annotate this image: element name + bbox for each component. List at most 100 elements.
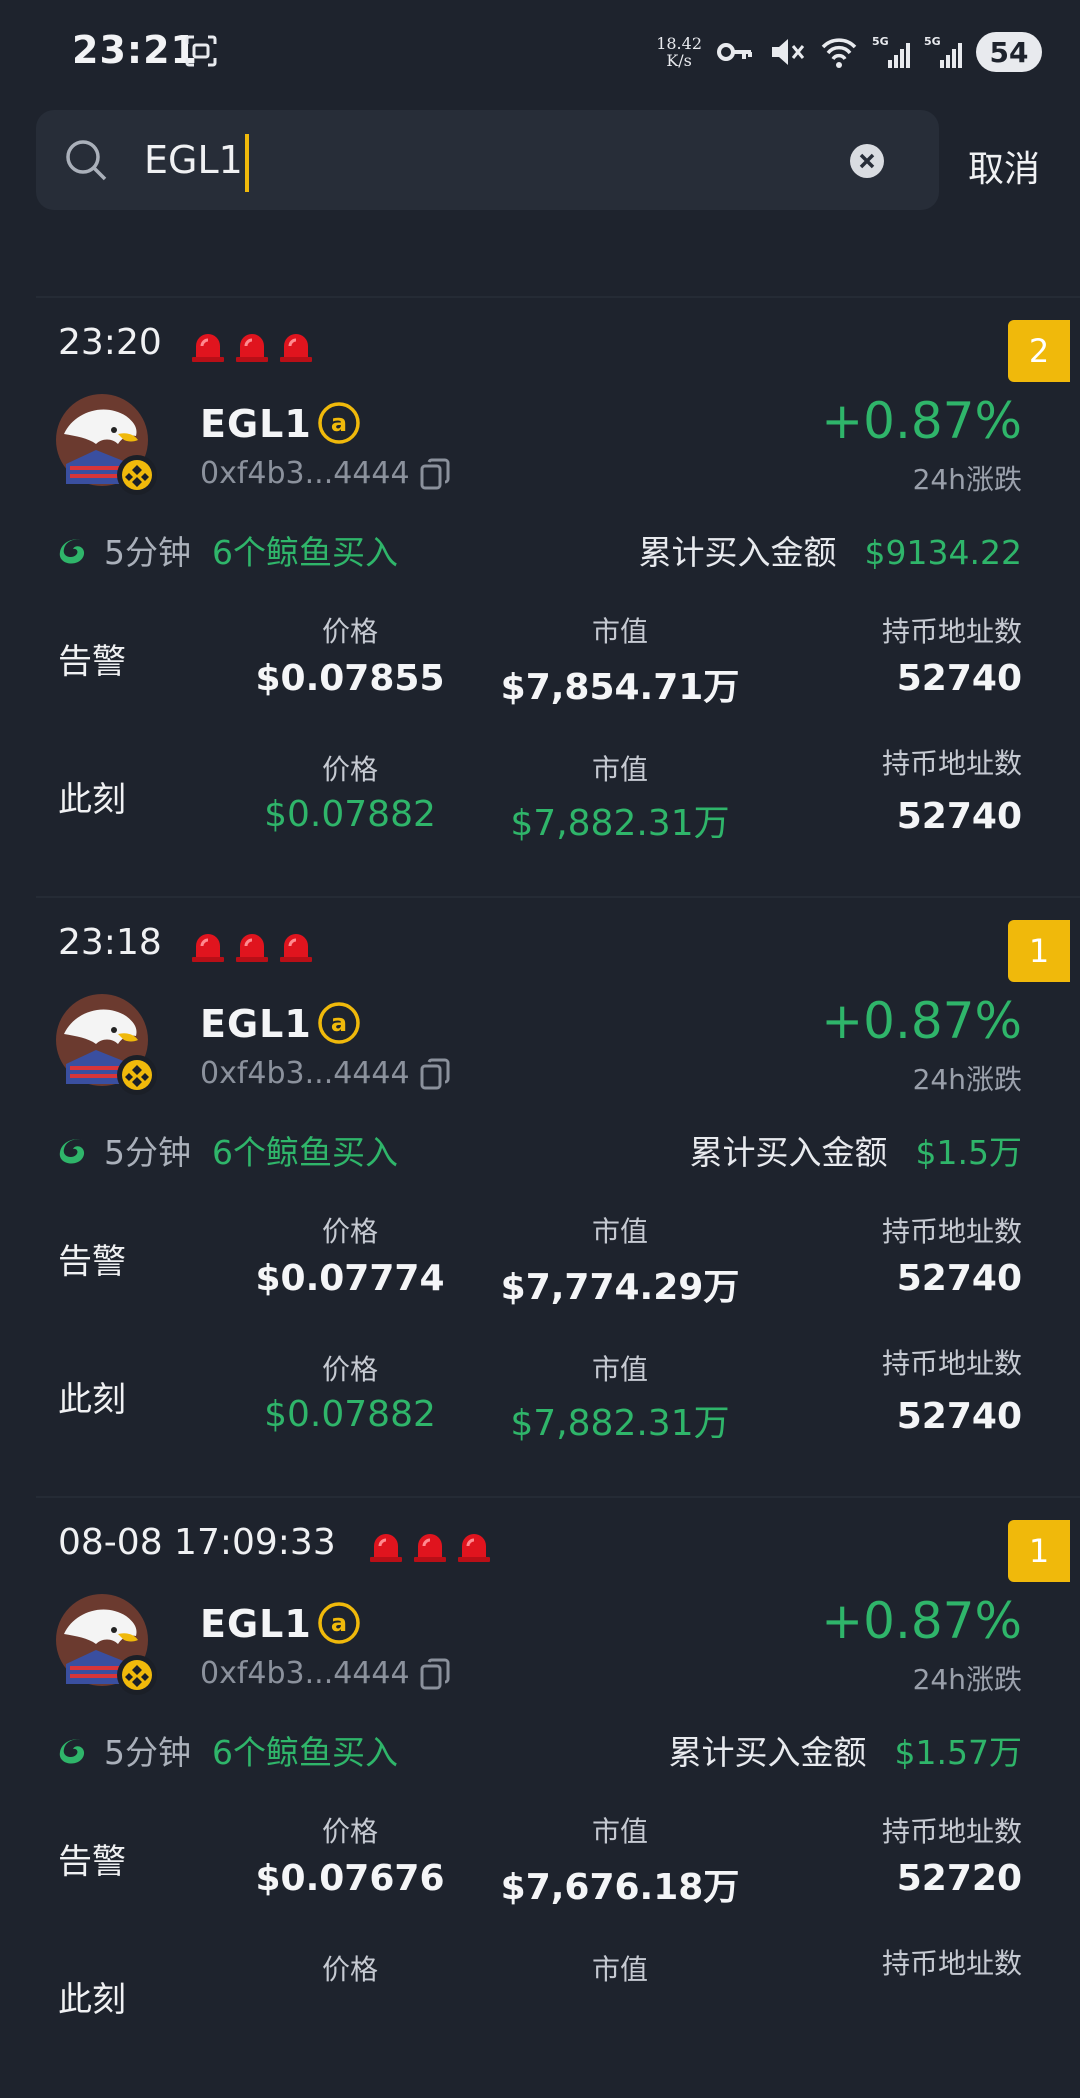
mcap-header: 市值: [591, 753, 648, 786]
siren-group: [368, 1528, 492, 1562]
mcap-header: 市值: [591, 1215, 648, 1248]
mcap-header: 市值: [591, 1815, 648, 1848]
key-icon: [717, 43, 752, 61]
siren-icon: [192, 934, 224, 962]
at-icon[interactable]: a: [318, 1002, 360, 1044]
token-address: 0xf4b3...4444: [200, 456, 410, 491]
now-price: $0.07882: [264, 794, 436, 835]
token-name: EGL1: [200, 402, 312, 446]
card-divider: [36, 896, 1080, 898]
svg-text:a: a: [331, 409, 347, 437]
at-icon[interactable]: a: [318, 402, 360, 444]
token-address: 0xf4b3...4444: [200, 1056, 410, 1091]
alert-count-badge: 1: [1008, 920, 1070, 982]
siren-icon: [458, 1534, 490, 1562]
total-buy-label: 累计买入金额: [668, 1733, 867, 1772]
at-icon[interactable]: a: [318, 1602, 360, 1644]
speed-unit: K/s: [666, 51, 692, 70]
text-caret: [244, 133, 249, 192]
status-icons: 18.42 K/s 5G 5G 54: [656, 26, 1042, 78]
search-bar[interactable]: EGL1: [36, 110, 939, 210]
whale-time-window: 5分钟: [104, 1133, 191, 1172]
now-holders: 52740: [896, 796, 1022, 837]
whale-icon: [59, 1139, 86, 1164]
search-query: EGL1: [144, 138, 243, 182]
token-name: EGL1: [200, 1602, 312, 1646]
whale-buy-count: 6个鲸鱼买入: [212, 1733, 398, 1772]
wifi-icon: [821, 38, 857, 68]
holders-header: 持币地址数: [881, 1947, 1022, 1980]
token-address: 0xf4b3...4444: [200, 1656, 410, 1691]
alert-card[interactable]: 23:20 2 EGL1 a 0xf4b3...4444 +0.87% 24h涨…: [0, 296, 1080, 898]
total-buy-label: 累计买入金额: [689, 1133, 888, 1172]
price-header: 价格: [321, 615, 378, 648]
now-holders: 52740: [896, 1396, 1022, 1437]
card-divider: [36, 296, 1080, 298]
holders-header: 持币地址数: [881, 1347, 1022, 1380]
whale-time-window: 5分钟: [104, 533, 191, 572]
siren-icon: [370, 1534, 402, 1562]
svg-text:a: a: [331, 1609, 347, 1637]
whale-buy-count: 6个鲸鱼买入: [212, 1133, 398, 1172]
search-input[interactable]: EGL1: [144, 130, 744, 192]
siren-icon: [280, 334, 312, 362]
alert-price: $0.07855: [255, 658, 445, 699]
total-buy: 累计买入金额 $1.57万: [669, 1726, 1022, 1774]
alert-row-label: 告警: [58, 1242, 126, 1282]
alert-row-label: 告警: [58, 1842, 126, 1882]
alert-card[interactable]: 23:18 1 EGL1 a 0xf4b3...4444 +0.87% 24h涨…: [0, 896, 1080, 1498]
siren-icon: [192, 334, 224, 362]
price-header: 价格: [321, 1353, 378, 1386]
whale-buy-count: 6个鲸鱼买入: [212, 533, 398, 572]
total-buy-value: $9134.22: [864, 533, 1022, 572]
price-header: 价格: [321, 753, 378, 786]
price-header: 价格: [321, 1953, 378, 1986]
bnb-chain-icon: [117, 1655, 157, 1695]
siren-group: [190, 928, 314, 962]
siren-icon: [280, 934, 312, 962]
price-change: +0.87%: [821, 392, 1022, 450]
alert-holders: 52720: [896, 1858, 1022, 1899]
signal-5g-icon: 5G: [872, 35, 910, 68]
now-row-label: 此刻: [58, 780, 126, 820]
now-mcap: $7,882.31万: [510, 1403, 730, 1444]
clear-icon[interactable]: [850, 144, 884, 178]
total-buy-label: 累计买入金额: [638, 533, 837, 572]
holders-header: 持币地址数: [881, 615, 1022, 648]
holders-header: 持币地址数: [881, 1215, 1022, 1248]
siren-group: [190, 328, 314, 362]
alert-holders: 52740: [896, 658, 1022, 699]
svg-text:5G: 5G: [872, 35, 889, 48]
price-change-label: 24h涨跌: [912, 1663, 1022, 1696]
price-change-label: 24h涨跌: [912, 463, 1022, 496]
status-bar: 23:21 18.42 K/s 5G 5G 54: [0, 0, 1080, 100]
cancel-button[interactable]: 取消: [968, 140, 1040, 192]
speed-value: 18.42: [656, 34, 702, 53]
screenshot-icon: [185, 35, 217, 67]
signal-5g-icon: 5G: [924, 35, 962, 68]
token-name: EGL1: [200, 1002, 312, 1046]
copy-icon[interactable]: [420, 1058, 450, 1090]
bnb-chain-icon: [117, 455, 157, 495]
copy-icon[interactable]: [420, 1658, 450, 1690]
bnb-chain-icon: [117, 1055, 157, 1095]
alert-row-label: 告警: [58, 642, 126, 682]
holders-header: 持币地址数: [881, 747, 1022, 780]
whale-time-window: 5分钟: [104, 1733, 191, 1772]
price-change-label: 24h涨跌: [912, 1063, 1022, 1096]
total-buy: 累计买入金额 $9134.22: [639, 526, 1022, 574]
alert-holders: 52740: [896, 1258, 1022, 1299]
svg-text:5G: 5G: [924, 35, 941, 48]
now-row-label: 此刻: [58, 1380, 126, 1420]
alert-count-badge: 2: [1008, 320, 1070, 382]
mcap-header: 市值: [591, 1953, 648, 1986]
network-speed: 18.42 K/s: [656, 35, 702, 69]
mcap-header: 市值: [591, 1353, 648, 1386]
alert-card[interactable]: 08-08 17:09:33 1 EGL1 a 0xf4b3...4444 +0…: [0, 1496, 1080, 2098]
copy-icon[interactable]: [420, 458, 450, 490]
siren-icon: [236, 934, 268, 962]
status-time: 23:21: [72, 28, 198, 72]
total-buy-value: $1.57万: [894, 1733, 1022, 1772]
whale-icon: [59, 1739, 86, 1764]
siren-icon: [236, 334, 268, 362]
